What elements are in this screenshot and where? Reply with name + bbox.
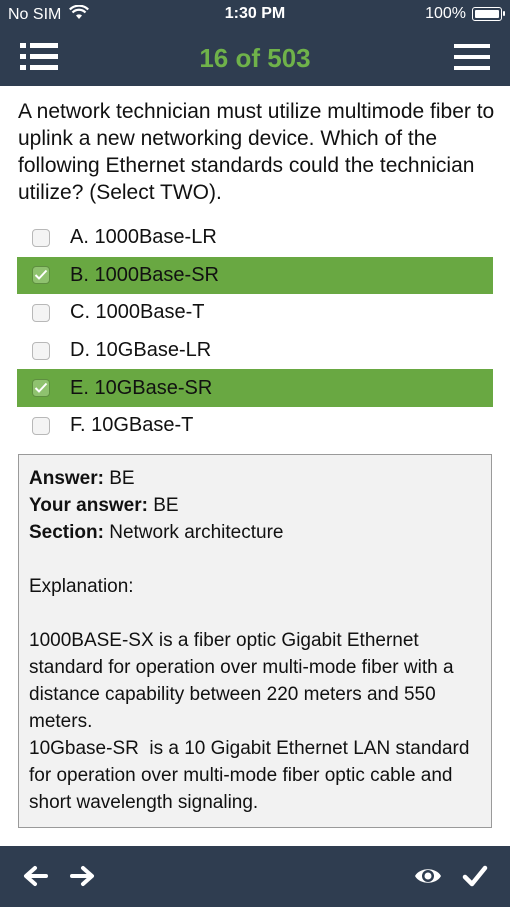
checkbox[interactable] [32,266,50,285]
answer-value: BE [109,468,135,489]
explanation-paragraph-2: 10Gbase-SR is a 10 Gigabit Ethernet LAN … [29,738,475,813]
option-label: D. 10GBase-LR [70,339,212,362]
status-right: 100% [425,5,505,23]
arrow-right-icon[interactable] [70,864,96,888]
nav-bar: 16 of 503 [0,29,510,86]
status-bar: No SIM 1:30 PM 100% [0,0,510,29]
checkbox[interactable] [32,228,50,247]
checkmark-icon [34,270,48,281]
checkbox[interactable] [32,303,50,322]
question-text: A network technician must utilize multim… [18,100,495,204]
battery-percent: 100% [425,5,466,22]
checkmark-icon [34,382,48,394]
content: A network technician must utilize multim… [0,86,510,846]
check-icon[interactable] [462,864,488,888]
explanation-paragraph-1: 1000BASE-SX is a fiber optic Gigabit Eth… [29,630,459,732]
question-counter: 16 of 503 [199,43,311,73]
bottom-toolbar [0,846,510,907]
option-c[interactable]: C. 1000Base-T [17,294,493,332]
section-label: Section: [29,522,104,543]
option-label: B. 1000Base-SR [70,263,219,286]
option-label: F. 10GBase-T [70,414,194,437]
eye-icon[interactable] [414,864,442,888]
section-value: Network architecture [109,522,284,543]
menu-icon[interactable] [454,43,490,71]
option-a[interactable]: A. 1000Base-LR [17,219,493,257]
option-b[interactable]: B. 1000Base-SR [17,256,493,295]
your-answer-value: BE [153,495,179,516]
option-label: E. 10GBase-SR [70,376,213,399]
option-label: C. 1000Base-T [70,301,205,324]
section-line: Section: Network architecture [29,519,481,546]
option-label: A. 1000Base-LR [70,226,217,249]
battery-icon [472,7,505,21]
your-answer-label: Your answer: [29,495,148,516]
your-answer-line: Your answer: BE [29,492,481,519]
answer-panel: Answer: BE Your answer: BE Section: Netw… [18,454,492,828]
answer-line: Answer: BE [29,465,481,492]
checkbox[interactable] [32,341,50,360]
option-e[interactable]: E. 10GBase-SR [17,369,493,407]
explanation-label: Explanation: [29,576,134,597]
answer-label: Answer: [29,468,104,489]
option-d[interactable]: D. 10GBase-LR [17,332,493,370]
checkbox[interactable] [32,379,50,398]
option-f[interactable]: F. 10GBase-T [17,407,493,445]
options-list: A. 1000Base-LR B. 1000Base-SR C. 1000Bas… [17,219,493,445]
arrow-left-icon[interactable] [22,864,48,888]
checkbox[interactable] [32,416,50,435]
